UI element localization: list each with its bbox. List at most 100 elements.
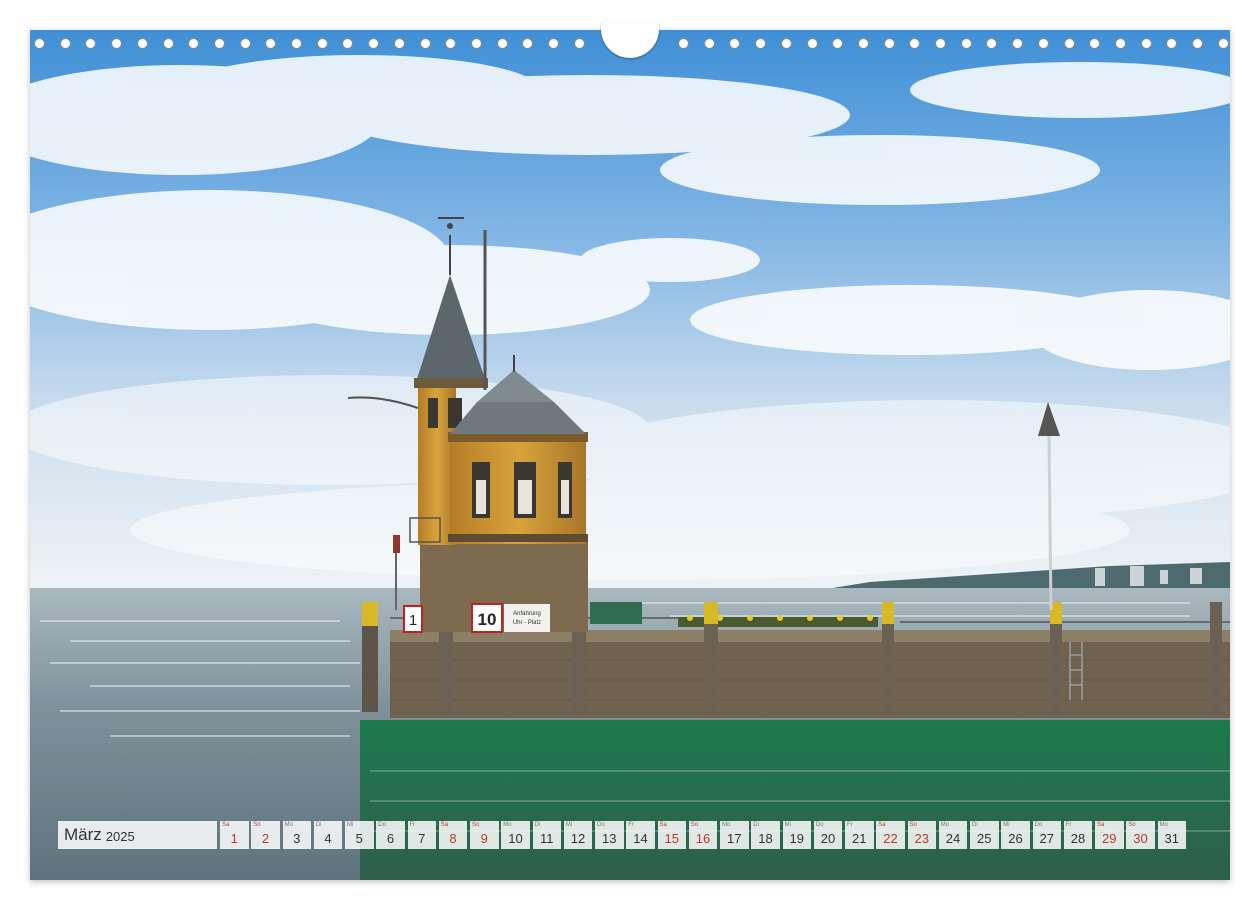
day-number: 30 xyxy=(1133,831,1148,846)
binding-ring xyxy=(883,38,895,49)
weekday-abbr: Mi xyxy=(347,822,354,828)
binding-ring xyxy=(1217,38,1229,49)
day-cell: Do 20 xyxy=(813,821,843,849)
day-number: 12 xyxy=(570,831,586,846)
weekday-abbr: So xyxy=(1128,822,1136,828)
day-cell: Mo 10 xyxy=(501,821,530,849)
binding-ring xyxy=(1166,38,1178,49)
day-cell: Sa 1 xyxy=(220,821,249,849)
binding-ring xyxy=(213,38,225,49)
binding-ring xyxy=(445,38,457,49)
binding-ring xyxy=(960,38,972,49)
day-number: 14 xyxy=(633,831,648,846)
day-number: 8 xyxy=(449,831,457,846)
berth-sign-number: 10 xyxy=(478,610,497,629)
day-cell: Mo 24 xyxy=(938,821,968,849)
day-number: 27 xyxy=(1039,831,1054,846)
day-number: 25 xyxy=(977,831,992,846)
binding-ring xyxy=(239,38,251,49)
calendar-strip: März 2025 Sa 1 So 2 Mo 3 Di 4 Mi 5 Do 6 Fr 7 Sa 8 So 9 Mo 1… xyxy=(58,821,1189,849)
weekday-abbr: Sa xyxy=(1097,822,1105,828)
binding-ring xyxy=(806,38,818,49)
binding-ring xyxy=(780,38,792,49)
day-number: 6 xyxy=(386,831,395,846)
day-cell: Sa 29 xyxy=(1095,821,1124,849)
day-number: 16 xyxy=(695,831,711,846)
binding-ring xyxy=(59,38,71,49)
weekday-abbr: Fr xyxy=(847,822,853,828)
day-number: 13 xyxy=(602,831,617,846)
weekday-abbr: Mi xyxy=(565,822,573,828)
binding-ring xyxy=(909,38,921,49)
weekday-abbr: Mo xyxy=(284,822,293,828)
day-cell: So 30 xyxy=(1126,821,1155,849)
pier-sign-number: 1 xyxy=(409,612,417,629)
binding-ring xyxy=(316,38,328,49)
binding-ring xyxy=(935,38,946,49)
day-cell: So 9 xyxy=(470,821,499,849)
day-number: 9 xyxy=(480,831,488,846)
weekday-abbr: Di xyxy=(315,822,322,828)
day-number: 1 xyxy=(230,831,238,846)
binding-ring xyxy=(162,38,174,49)
day-cell: Mi 19 xyxy=(782,821,811,849)
day-number: 2 xyxy=(261,831,270,846)
weekday-abbr: Mo xyxy=(503,822,512,828)
weekday-abbr: Sa xyxy=(659,822,667,828)
day-number: 3 xyxy=(293,831,301,846)
day-number: 24 xyxy=(945,831,961,846)
day-cell: So 2 xyxy=(251,821,280,849)
weekday-abbr: Sa xyxy=(222,822,230,828)
binding-ring xyxy=(34,38,45,49)
binding-ring xyxy=(342,38,354,49)
binding-ring xyxy=(496,38,508,49)
binding-ring xyxy=(265,38,277,49)
binding-ring xyxy=(548,38,559,49)
day-number: 17 xyxy=(727,831,742,846)
day-cell: Fr 7 xyxy=(407,821,436,849)
binding-ring xyxy=(1140,38,1152,49)
day-number: 21 xyxy=(852,831,867,846)
weekday-abbr: Mi xyxy=(784,822,791,828)
binding-ring xyxy=(1192,38,1203,49)
green-barrier xyxy=(590,602,642,624)
binding-ring xyxy=(729,38,741,49)
binding-ring xyxy=(1063,38,1075,49)
binding-ring xyxy=(291,38,302,49)
weekday-abbr: Mo xyxy=(722,822,731,828)
binding-ring xyxy=(986,38,998,49)
day-cell: Do 27 xyxy=(1032,821,1061,849)
day-number: 15 xyxy=(664,831,679,846)
weekday-abbr: Di xyxy=(972,822,978,828)
binding-ring xyxy=(85,38,97,49)
day-cell: Fr 28 xyxy=(1063,821,1093,849)
day-number: 22 xyxy=(883,831,898,846)
binding-ring xyxy=(1037,38,1049,49)
binding-ring xyxy=(1089,38,1101,49)
day-cell: Mi 26 xyxy=(1001,821,1030,849)
weekday-abbr: Sa xyxy=(440,822,449,828)
day-cell: Di 11 xyxy=(532,821,561,849)
binding-ring xyxy=(755,38,767,49)
day-cell: Mi 12 xyxy=(563,821,593,849)
day-cell: Di 25 xyxy=(970,821,999,849)
info-sign-line1: Anfahrung xyxy=(513,611,541,617)
binding-ring xyxy=(136,38,148,49)
day-cell: Fr 14 xyxy=(626,821,655,849)
day-number: 5 xyxy=(355,831,363,846)
day-number: 31 xyxy=(1164,831,1179,846)
binding-ring xyxy=(470,38,482,49)
weekday-abbr: Di xyxy=(534,822,541,828)
weekday-abbr: Sa xyxy=(878,822,886,828)
binding-ring xyxy=(111,38,123,49)
day-cell: Sa 8 xyxy=(438,821,468,849)
weekday-abbr: So xyxy=(253,822,261,828)
weekday-abbr: So xyxy=(690,822,699,828)
day-number: 26 xyxy=(1008,831,1023,846)
weekday-abbr: Di xyxy=(753,822,759,828)
month-label: März 2025 xyxy=(58,821,217,849)
weekday-abbr: Do xyxy=(378,822,386,828)
weekday-abbr: Mo xyxy=(1159,822,1168,828)
weekday-abbr: Do xyxy=(597,822,605,828)
year: 2025 xyxy=(105,829,135,844)
